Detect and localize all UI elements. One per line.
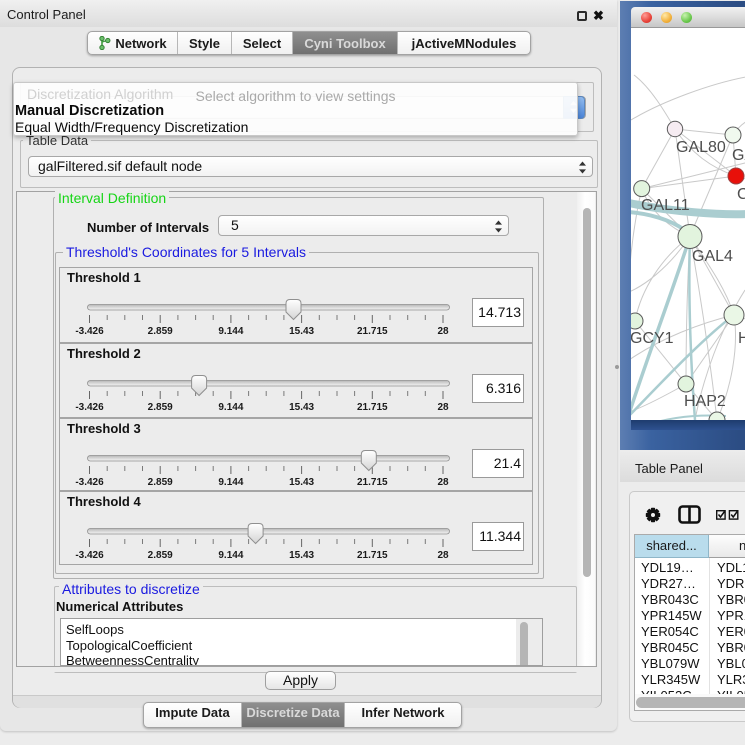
svg-text:15.43: 15.43 xyxy=(289,402,314,413)
svg-text:28: 28 xyxy=(437,402,449,413)
svg-text:GA: GA xyxy=(732,147,745,164)
svg-text:2.859: 2.859 xyxy=(148,477,173,488)
svg-text:2.859: 2.859 xyxy=(148,326,173,337)
svg-text:2.859: 2.859 xyxy=(148,402,173,413)
svg-text:2.859: 2.859 xyxy=(148,550,173,561)
svg-text:21.715: 21.715 xyxy=(357,477,388,488)
svg-text:-3.426: -3.426 xyxy=(75,402,104,413)
svg-text:-3.426: -3.426 xyxy=(75,477,104,488)
svg-text:28: 28 xyxy=(437,477,449,488)
svg-text:21.715: 21.715 xyxy=(357,550,388,561)
svg-text:28: 28 xyxy=(437,550,449,561)
svg-text:9.144: 9.144 xyxy=(218,326,243,337)
svg-text:GAL11: GAL11 xyxy=(641,197,690,214)
svg-text:9.144: 9.144 xyxy=(218,550,243,561)
svg-text:C: C xyxy=(737,186,745,203)
svg-text:-3.426: -3.426 xyxy=(75,326,104,337)
svg-text:H: H xyxy=(738,330,745,347)
svg-text:28: 28 xyxy=(437,326,449,337)
svg-text:GCY1: GCY1 xyxy=(631,330,674,347)
svg-text:-3.426: -3.426 xyxy=(75,550,104,561)
svg-text:15.43: 15.43 xyxy=(289,477,314,488)
svg-text:9.144: 9.144 xyxy=(218,477,243,488)
svg-text:HAP2: HAP2 xyxy=(684,393,726,410)
svg-text:21.715: 21.715 xyxy=(357,402,388,413)
svg-text:GAL80: GAL80 xyxy=(676,139,726,156)
svg-text:21.715: 21.715 xyxy=(357,326,388,337)
svg-text:15.43: 15.43 xyxy=(289,550,314,561)
svg-text:9.144: 9.144 xyxy=(218,402,243,413)
svg-text:15.43: 15.43 xyxy=(289,326,314,337)
svg-text:GAL4: GAL4 xyxy=(692,248,733,265)
